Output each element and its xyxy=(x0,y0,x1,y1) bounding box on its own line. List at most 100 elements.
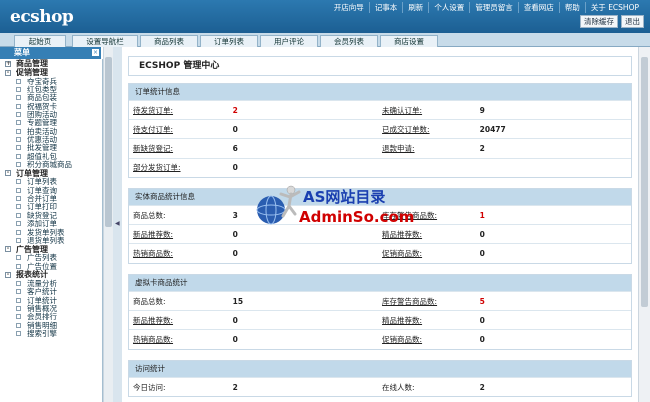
table-row: 新品推荐数: 0 精品推荐数: 0 xyxy=(129,310,631,329)
bullet-icon xyxy=(16,297,21,303)
stat-value: 15 xyxy=(232,296,244,306)
bullet-icon xyxy=(16,162,21,168)
stat-link[interactable]: 热销商品数: xyxy=(129,334,225,345)
stat-link[interactable]: 待发货订单: xyxy=(129,105,225,116)
bullet-icon xyxy=(16,120,21,126)
bullet-icon xyxy=(16,78,21,84)
order-stats-panel: 订单统计信息 待发货订单: 2 未确认订单: 9 待支付订单: 0 已成交订单数: 20… xyxy=(128,83,632,178)
stat-link[interactable]: 未确认订单: xyxy=(376,105,476,116)
bullet-icon xyxy=(16,289,21,295)
top-nav: 开店向导 记事本 刷新 个人设置 管理员留言 查看网店 帮助 关于 ECSHOP xyxy=(329,2,644,13)
stat-value: 0 xyxy=(232,315,238,325)
tab-shop-settings[interactable]: 商店设置 xyxy=(380,35,438,47)
collapse-arrow-icon[interactable]: ◀ xyxy=(115,220,120,227)
panel-header: 虚拟卡商品统计 xyxy=(129,275,631,291)
stat-link[interactable]: 库存警告商品数: xyxy=(376,296,476,307)
stat-value: 0 xyxy=(479,334,485,344)
clear-cache-button[interactable]: 清除缓存 xyxy=(580,15,618,28)
stat-link[interactable]: 精品推荐数: xyxy=(376,229,476,240)
stat-value: 2 xyxy=(479,143,485,153)
stat-link[interactable]: 精品推荐数: xyxy=(376,315,476,326)
bullet-icon xyxy=(16,322,21,328)
bullet-icon xyxy=(16,128,21,134)
sidebar-title: 菜单 xyxy=(0,47,101,59)
bullet-icon xyxy=(16,263,21,269)
bullet-icon xyxy=(16,229,21,235)
tab-start-page[interactable]: 起始页 xyxy=(14,35,66,47)
table-row: 待发货订单: 2 未确认订单: 9 xyxy=(129,100,631,119)
bullet-icon xyxy=(16,305,21,311)
stat-link[interactable]: 新缺货登记: xyxy=(129,143,225,154)
main-scrollbar[interactable] xyxy=(638,47,650,402)
stat-link[interactable]: 待支付订单: xyxy=(129,124,225,135)
scrollbar-thumb[interactable] xyxy=(105,57,112,227)
collapse-icon: - xyxy=(5,270,11,278)
stat-value: 0 xyxy=(232,248,238,258)
tab-nav-settings[interactable]: 设置导航栏 xyxy=(72,35,138,47)
table-row: 部分发货订单: 0 xyxy=(129,157,631,177)
stat-link[interactable]: 促销商品数: xyxy=(376,248,476,259)
top-header: ecshop 开店向导 记事本 刷新 个人设置 管理员留言 查看网店 帮助 关于… xyxy=(0,0,650,33)
virtual-card-panel: 虚拟卡商品统计 商品总数: 15 库存警告商品数: 5 新品推荐数: 0 精品推荐数:… xyxy=(128,274,632,350)
sidebar-menu: + 商品管理 - 促销管理 夺宝奇兵 红包类型 商品包装 祝福贺卡 团购活动 专题管… xyxy=(0,59,103,402)
nav-setup-wizard[interactable]: 开店向导 xyxy=(329,2,369,13)
nav-help[interactable]: 帮助 xyxy=(558,2,585,13)
bullet-icon xyxy=(16,196,21,202)
logout-button[interactable]: 退出 xyxy=(621,15,644,28)
nav-admin-messages[interactable]: 管理员留言 xyxy=(469,2,518,13)
ecshop-logo[interactable]: ecshop xyxy=(10,7,74,27)
panel-header: 订单统计信息 xyxy=(129,84,631,100)
scrollbar-thumb[interactable] xyxy=(641,57,648,307)
sidebar-scrollbar[interactable] xyxy=(103,47,113,402)
bullet-icon xyxy=(16,314,21,320)
table-row: 热销商品数: 0 促销商品数: 0 xyxy=(129,329,631,348)
tab-goods-list[interactable]: 商品列表 xyxy=(140,35,198,47)
nav-refresh[interactable]: 刷新 xyxy=(402,2,428,13)
collapse-icon: - xyxy=(5,68,11,76)
bullet-icon xyxy=(16,153,21,159)
stat-link[interactable]: 已成交订单数: xyxy=(376,124,476,135)
table-row: 今日访问: 2 在线人数: 2 xyxy=(129,377,631,396)
nav-personal-settings[interactable]: 个人设置 xyxy=(428,2,469,13)
stat-label: 商品总数: xyxy=(133,210,166,220)
stat-value: 20477 xyxy=(479,124,506,134)
stat-link[interactable]: 部分发货订单: xyxy=(129,162,225,173)
stat-link[interactable]: 退款申请: xyxy=(376,143,476,154)
watermark-title: AS网站目录 xyxy=(303,188,386,206)
bullet-icon xyxy=(16,204,21,210)
stat-value: 0 xyxy=(232,334,238,344)
tab-order-list[interactable]: 订单列表 xyxy=(200,35,258,47)
table-row: 热销商品数: 0 促销商品数: 0 xyxy=(129,243,631,262)
stat-link[interactable]: 促销商品数: xyxy=(376,334,476,345)
stat-label: 商品总数: xyxy=(133,296,166,306)
table-row: 待支付订单: 0 已成交订单数: 20477 xyxy=(129,119,631,138)
stat-value: 2 xyxy=(232,382,238,392)
stat-value: 6 xyxy=(232,143,238,153)
nav-about[interactable]: 关于 ECSHOP xyxy=(584,2,644,13)
nav-view-store[interactable]: 查看网店 xyxy=(517,2,559,13)
stat-link[interactable]: 新品推荐数: xyxy=(129,315,225,326)
sidebar-close-icon[interactable]: × xyxy=(92,49,99,56)
stat-value: 2 xyxy=(232,105,238,115)
stat-value: 0 xyxy=(479,315,485,325)
stat-link[interactable]: 新品推荐数: xyxy=(129,229,225,240)
tab-member-list[interactable]: 会员列表 xyxy=(320,35,378,47)
menu-item[interactable]: 搜索引擎 xyxy=(0,329,102,338)
stat-link[interactable]: 热销商品数: xyxy=(129,248,225,259)
bullet-icon xyxy=(16,103,21,109)
stat-value: 0 xyxy=(479,229,485,239)
bullet-icon xyxy=(16,179,21,185)
stat-value: 0 xyxy=(232,163,238,173)
bullet-icon xyxy=(16,112,21,118)
stat-value: 2 xyxy=(479,382,485,392)
tab-user-comments[interactable]: 用户评论 xyxy=(260,35,318,47)
stat-value: 5 xyxy=(479,296,485,306)
panel-header: 访问统计 xyxy=(129,361,631,377)
stat-value: 9 xyxy=(479,105,485,115)
bullet-icon xyxy=(16,137,21,143)
collapse-icon: - xyxy=(5,169,11,177)
bullet-icon xyxy=(16,145,21,151)
bullet-icon xyxy=(16,187,21,193)
stat-value: 0 xyxy=(232,229,238,239)
nav-notepad[interactable]: 记事本 xyxy=(368,2,403,13)
